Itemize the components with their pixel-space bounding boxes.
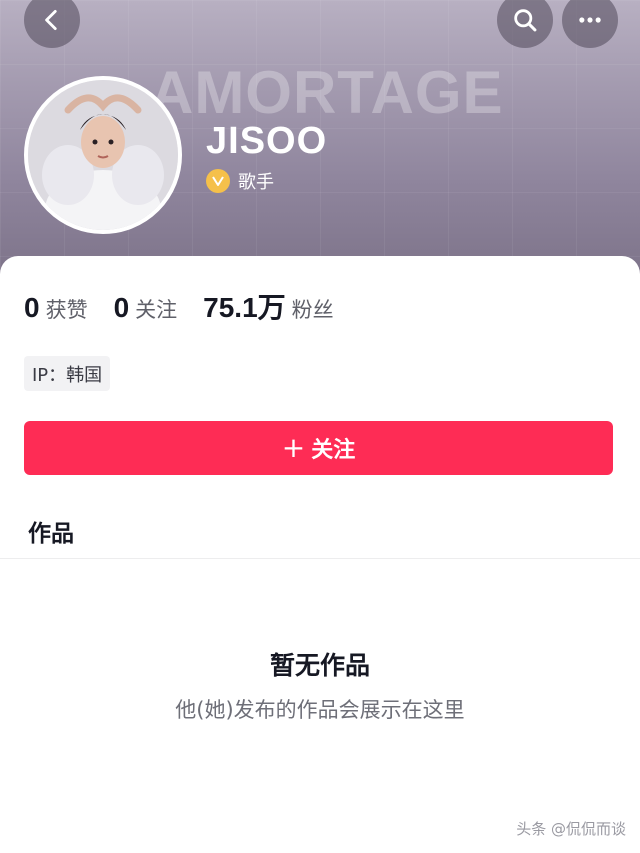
followers-label: 粉丝 [291,298,334,322]
followers-count: 75.1万 [203,292,286,323]
avatar[interactable] [24,76,182,234]
follow-label: 关注 [311,438,356,463]
check-v-icon [212,176,224,186]
chevron-left-icon [45,9,57,31]
following-label: 关注 [135,298,178,322]
stat-likes[interactable]: 0 获赞 [24,292,88,324]
divider [0,558,640,559]
profile-panel: 0 获赞 0 关注 75.1万 粉丝 IP：韩国 + 关注 作品 暂无作品 他(… [0,256,640,853]
ip-location-tag: IP：韩国 [24,356,111,391]
empty-state-title: 暂无作品 [269,651,370,680]
follow-button[interactable]: + 关注 [24,421,613,475]
stat-followers[interactable]: 75.1万 粉丝 [203,286,334,326]
watermark: 头条 @侃侃而谈 [516,820,626,838]
tab-works[interactable]: 作品 [28,514,74,548]
verification: 歌手 [206,168,274,194]
verify-label: 歌手 [238,172,274,193]
plus-icon: + [281,431,306,464]
likes-label: 获赞 [45,298,88,322]
more-dots-icon [579,17,601,23]
profile-name: JISOO [206,120,328,162]
verified-badge-icon [206,169,230,193]
stats-row: 0 获赞 0 关注 75.1万 粉丝 [24,286,360,326]
search-icon [514,9,537,32]
empty-state-subtitle: 他(她)发布的作品会展示在这里 [175,698,465,722]
cover-text: AMORTAGE [150,59,504,126]
avatar-image [28,80,178,230]
stat-following[interactable]: 0 关注 [114,292,178,324]
likes-count: 0 [24,292,40,323]
following-count: 0 [113,292,130,323]
